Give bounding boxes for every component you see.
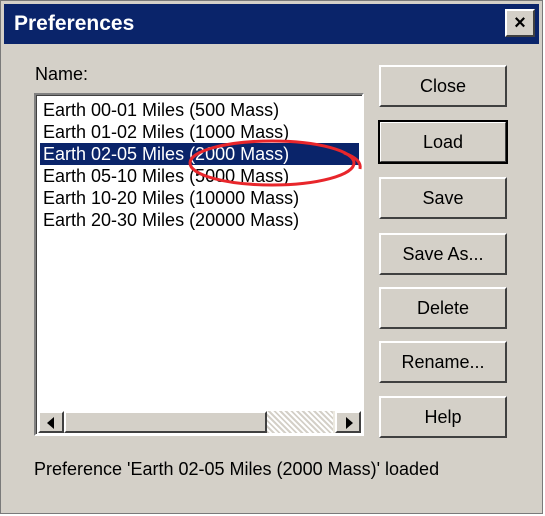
list-item[interactable]: Earth 20-30 Miles (20000 Mass) [40, 209, 302, 231]
status-text: Preference 'Earth 02-05 Miles (2000 Mass… [34, 459, 440, 479]
preferences-dialog: Preferences × Name: Earth 00-01 Miles (5… [0, 0, 543, 514]
close-button[interactable]: Close [379, 65, 507, 107]
help-button[interactable]: Help [379, 396, 507, 438]
title-bar[interactable]: Preferences × [4, 4, 539, 44]
rename-button[interactable]: Rename... [379, 341, 507, 383]
preferences-listbox[interactable]: Earth 00-01 Miles (500 Mass) Earth 01-02… [34, 93, 364, 436]
arrow-left-icon [47, 417, 54, 429]
horizontal-scrollbar[interactable] [38, 411, 361, 433]
list-item[interactable]: Earth 01-02 Miles (1000 Mass) [40, 121, 292, 143]
scroll-right-button[interactable] [335, 411, 361, 433]
scrollbar-thumb[interactable] [64, 411, 267, 433]
listbox-frame: Earth 00-01 Miles (500 Mass) Earth 01-02… [36, 95, 362, 434]
close-icon[interactable]: × [505, 9, 535, 37]
list-item[interactable]: Earth 00-01 Miles (500 Mass) [40, 99, 282, 121]
window-title: Preferences [14, 12, 135, 35]
list-item-selected[interactable]: Earth 02-05 Miles (2000 Mass) [40, 143, 359, 165]
delete-button[interactable]: Delete [379, 287, 507, 329]
list-item[interactable]: Earth 05-10 Miles (5000 Mass) [40, 165, 292, 187]
arrow-right-icon [346, 417, 353, 429]
list-item[interactable]: Earth 10-20 Miles (10000 Mass) [40, 187, 302, 209]
scroll-left-button[interactable] [38, 411, 64, 433]
name-label: Name: [35, 64, 89, 84]
save-button[interactable]: Save [379, 177, 507, 219]
load-button[interactable]: Load [378, 120, 508, 164]
save-as-button[interactable]: Save As... [379, 233, 507, 275]
